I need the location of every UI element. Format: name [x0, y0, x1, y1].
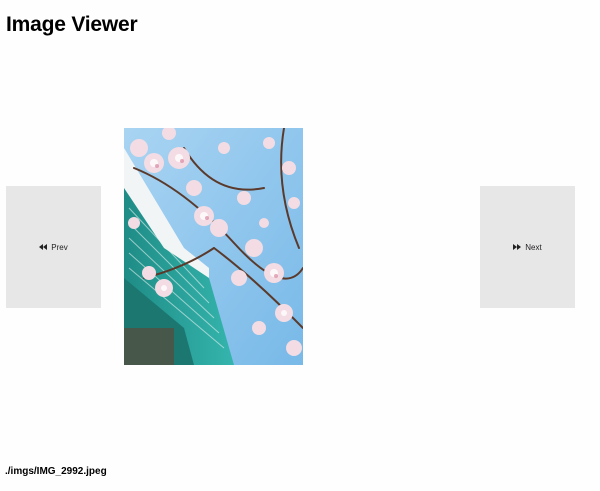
- image-viewer-page: Image Viewer Prev Next ./imgs/IMG_2992.j…: [0, 0, 600, 491]
- prev-button[interactable]: Prev: [6, 186, 101, 308]
- next-button-label: Next: [525, 242, 542, 252]
- displayed-image: [124, 128, 303, 365]
- prev-button-label: Prev: [51, 242, 68, 252]
- next-button[interactable]: Next: [480, 186, 575, 308]
- image-file-path: ./imgs/IMG_2992.jpeg: [5, 466, 107, 477]
- rewind-icon: [39, 244, 48, 250]
- fast-forward-icon: [513, 244, 522, 250]
- page-title: Image Viewer: [6, 13, 138, 36]
